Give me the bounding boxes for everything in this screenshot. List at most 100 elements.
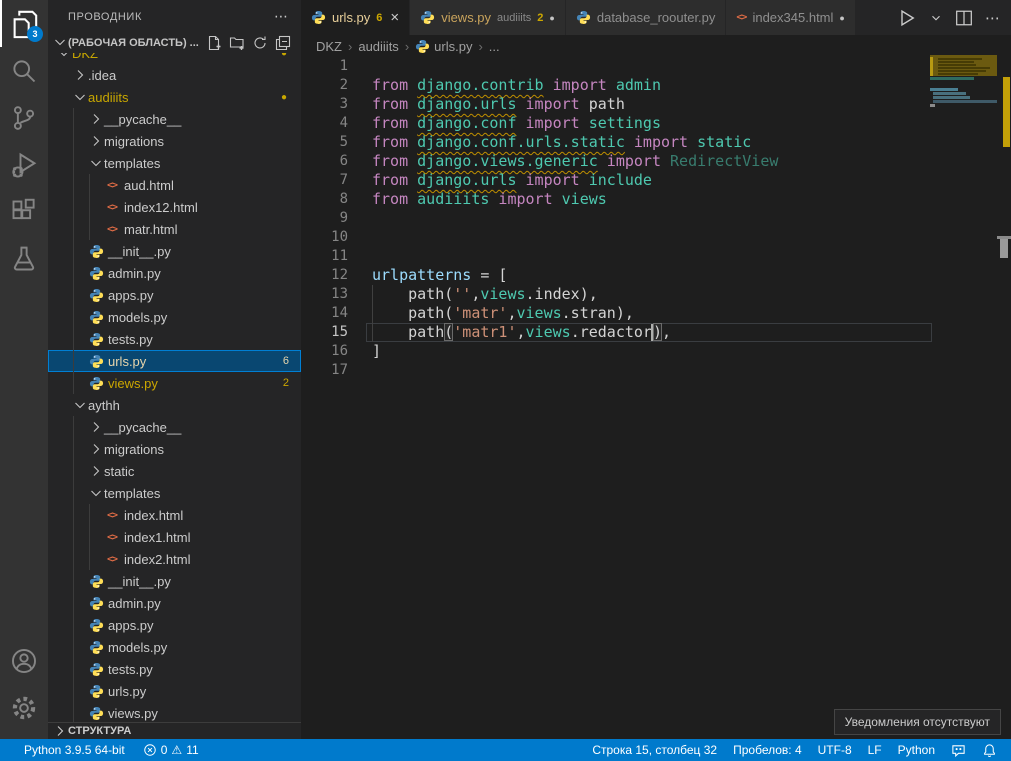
minimap[interactable] <box>930 55 997 175</box>
more-actions-icon[interactable]: ⋯ <box>274 8 289 25</box>
code-line-12[interactable]: 12urlpatterns = [ <box>301 266 1011 285</box>
tree-item-label: admin.py <box>108 266 161 281</box>
breadcrumb-item-audiiits[interactable]: audiiits <box>358 39 398 54</box>
code-line-7[interactable]: 7from django.urls import include <box>301 171 1011 190</box>
code-line-10[interactable]: 10 <box>301 228 1011 247</box>
activity-item-search[interactable] <box>0 47 48 94</box>
tree-item-urls.py[interactable]: urls.py6 <box>48 350 301 372</box>
tree-item-admin.py[interactable]: admin.py <box>48 592 301 614</box>
tree-item-views.py[interactable]: views.py2 <box>48 372 301 394</box>
more-icon[interactable]: ⋯ <box>985 9 1001 27</box>
chevron-right-icon <box>88 463 104 479</box>
tab-views.py[interactable]: views.pyaudiiits2● <box>410 0 566 35</box>
outline-section-header[interactable]: СТРУКТУРА <box>48 722 301 739</box>
tree-item-aud.html[interactable]: <>aud.html <box>48 174 301 196</box>
run-icon[interactable] <box>897 8 917 28</box>
python-icon <box>88 662 104 677</box>
code-line-17[interactable]: 17 <box>301 361 1011 380</box>
activity-item-settings[interactable] <box>0 684 48 731</box>
code-token: django.conf <box>417 114 516 132</box>
tree-item-.idea[interactable]: .idea <box>48 64 301 86</box>
code-line-15[interactable]: 15 path('matr1',views.redactor), <box>301 323 1011 342</box>
tree-item-index2.html[interactable]: <>index2.html <box>48 548 301 570</box>
code-area[interactable]: 12from django.contrib import admin3from … <box>301 57 1011 739</box>
code-line-16[interactable]: 16] <box>301 342 1011 361</box>
code-line-3[interactable]: 3from django.urls import path <box>301 95 1011 114</box>
tree-item-__init__.py[interactable]: __init__.py <box>48 240 301 262</box>
tree-item-tests.py[interactable]: tests.py <box>48 328 301 350</box>
code-line-14[interactable]: 14 path('matr',views.stran), <box>301 304 1011 323</box>
code-line-4[interactable]: 4from django.conf import settings <box>301 114 1011 133</box>
breadcrumb-item-urls.py[interactable]: urls.py <box>415 39 472 54</box>
collapse-all-icon[interactable] <box>275 35 291 51</box>
workspace-section-header[interactable]: (РАБОЧАЯ ОБЛАСТЬ) ... <box>48 33 301 53</box>
status-indentation[interactable]: Пробелов: 4 <box>727 739 808 761</box>
code-line-2[interactable]: 2from django.contrib import admin <box>301 76 1011 95</box>
tree-item-__pycache__[interactable]: __pycache__ <box>48 108 301 130</box>
tab-problems-badge: 6 <box>376 12 382 24</box>
tree-item-static[interactable]: static <box>48 460 301 482</box>
activity-item-run-debug[interactable] <box>0 141 48 188</box>
tree-item-__pycache__[interactable]: __pycache__ <box>48 416 301 438</box>
tab-index345.html[interactable]: <>index345.html● <box>726 0 855 35</box>
tree-item-apps.py[interactable]: apps.py <box>48 614 301 636</box>
split-editor-icon[interactable] <box>955 9 973 27</box>
tree-item-audiiits[interactable]: audiiits● <box>48 86 301 108</box>
status-right: Строка 15, столбец 32Пробелов: 4UTF-8LFP… <box>586 739 1003 761</box>
tree-item-models.py[interactable]: models.py <box>48 636 301 658</box>
breadcrumb-item-DKZ[interactable]: DKZ <box>316 39 342 54</box>
indent-guide <box>89 504 90 526</box>
new-file-icon[interactable] <box>206 35 222 51</box>
tree-item-index12.html[interactable]: <>index12.html <box>48 196 301 218</box>
code-token: from <box>372 171 417 189</box>
code-line-1[interactable]: 1 <box>301 57 1011 76</box>
tree-item-matr.html[interactable]: <>matr.html <box>48 218 301 240</box>
code-line-8[interactable]: 8from audiiits import views <box>301 190 1011 209</box>
status-cursor-position[interactable]: Строка 15, столбец 32 <box>586 739 723 761</box>
breadcrumb-item-...[interactable]: ... <box>489 39 500 54</box>
tree-item-tests.py[interactable]: tests.py <box>48 658 301 680</box>
tree-item-urls.py[interactable]: urls.py <box>48 680 301 702</box>
status-encoding[interactable]: UTF-8 <box>812 739 858 761</box>
overview-ruler[interactable] <box>997 35 1011 739</box>
status-problems[interactable]: 0⚠11 <box>137 739 205 761</box>
status-language-mode[interactable]: Python <box>892 739 941 761</box>
close-icon[interactable]: × <box>390 9 399 26</box>
activity-item-extensions[interactable] <box>0 188 48 235</box>
activity-item-testing[interactable] <box>0 235 48 282</box>
tree-item-migrations[interactable]: migrations <box>48 438 301 460</box>
tree-item-aythh[interactable]: aythh <box>48 394 301 416</box>
status-interpreter[interactable]: Python 3.9.5 64-bit <box>18 739 131 761</box>
code-line-5[interactable]: 5from django.conf.urls.static import sta… <box>301 133 1011 152</box>
tree-item-migrations[interactable]: migrations <box>48 130 301 152</box>
code-line-6[interactable]: 6from django.views.generic import Redire… <box>301 152 1011 171</box>
activity-item-account[interactable] <box>0 637 48 684</box>
line-number: 13 <box>301 285 348 304</box>
chevron-down-icon[interactable] <box>929 11 943 25</box>
tree-item-__init__.py[interactable]: __init__.py <box>48 570 301 592</box>
activity-item-explorer[interactable]: 3 <box>0 0 48 47</box>
refresh-icon[interactable] <box>252 35 268 51</box>
tree-item-models.py[interactable]: models.py <box>48 306 301 328</box>
tree-item-index1.html[interactable]: <>index1.html <box>48 526 301 548</box>
tree-item-label: aud.html <box>124 178 174 193</box>
code-line-13[interactable]: 13 path('',views.index), <box>301 285 1011 304</box>
new-folder-icon[interactable] <box>229 35 245 51</box>
activity-item-source-control[interactable] <box>0 94 48 141</box>
tree-item-apps.py[interactable]: apps.py <box>48 284 301 306</box>
tab-urls.py[interactable]: urls.py6× <box>301 0 410 35</box>
code-token: import <box>598 152 670 170</box>
status-feedback-icon[interactable] <box>945 739 972 761</box>
status-eol[interactable]: LF <box>862 739 888 761</box>
tree-item-label: views.py <box>108 376 158 391</box>
code-line-9[interactable]: 9 <box>301 209 1011 228</box>
tree-item-templates[interactable]: templates <box>48 482 301 504</box>
code-line-11[interactable]: 11 <box>301 247 1011 266</box>
status-bell-icon[interactable] <box>976 739 1003 761</box>
tree-item-admin.py[interactable]: admin.py <box>48 262 301 284</box>
tab-database_roouter.py[interactable]: database_roouter.py <box>566 0 727 35</box>
code-token: ) <box>653 323 662 341</box>
tree-item-views.py[interactable]: views.py <box>48 702 301 724</box>
tree-item-templates[interactable]: templates <box>48 152 301 174</box>
tree-item-index.html[interactable]: <>index.html <box>48 504 301 526</box>
